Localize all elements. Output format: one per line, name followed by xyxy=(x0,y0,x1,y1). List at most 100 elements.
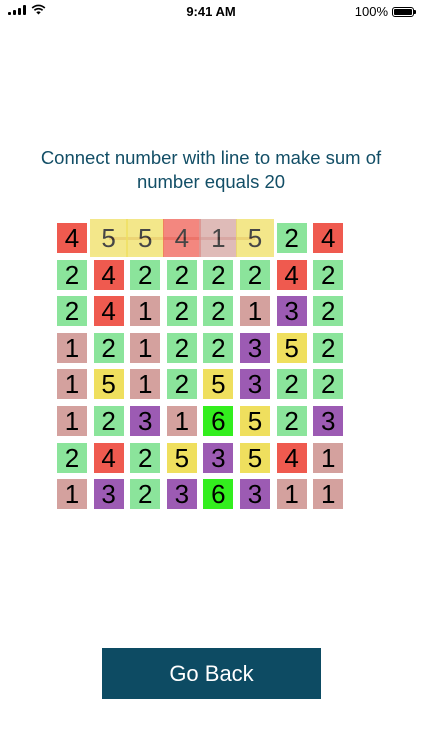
grid-cell[interactable]: 1 xyxy=(57,369,87,400)
cell-number: 2 xyxy=(64,442,80,473)
grid-cell[interactable]: 6 xyxy=(203,479,234,510)
grid-cell[interactable]: 4 xyxy=(313,223,344,253)
grid-cell[interactable]: 1 xyxy=(130,296,161,327)
grid-cell[interactable]: 2 xyxy=(130,259,161,290)
cell-number: 1 xyxy=(137,332,153,363)
cell-number: 2 xyxy=(284,369,299,400)
cell-number: 2 xyxy=(174,332,190,363)
grid-cell[interactable]: 2 xyxy=(130,479,161,510)
grid-cell-selected[interactable]: 1 xyxy=(199,219,238,257)
grid-cell[interactable]: 2 xyxy=(166,259,197,290)
cell-number: 2 xyxy=(320,296,336,327)
grid-cell[interactable]: 1 xyxy=(240,296,270,327)
cell-number: 4 xyxy=(101,296,116,327)
cell-number: 3 xyxy=(211,442,226,473)
status-right: 100% xyxy=(355,4,416,19)
grid-cell[interactable]: 4 xyxy=(93,259,124,290)
grid-cell-selected[interactable]: 5 xyxy=(126,219,165,257)
cell-number: 5 xyxy=(247,442,263,473)
grid-cell[interactable]: 2 xyxy=(203,259,234,290)
grid-cell[interactable]: 1 xyxy=(166,406,197,436)
grid-cell[interactable]: 2 xyxy=(313,332,344,363)
grid-cell[interactable]: 3 xyxy=(240,369,270,400)
cell-number: 1 xyxy=(174,406,190,436)
cell-number: 4 xyxy=(64,223,80,253)
cell-number: 2 xyxy=(211,259,226,290)
grid-cell[interactable]: 2 xyxy=(93,406,124,436)
battery-icon xyxy=(392,6,416,17)
grid-cell[interactable]: 2 xyxy=(93,332,124,363)
cell-number: 5 xyxy=(101,369,116,400)
cell-number: 2 xyxy=(284,406,299,436)
cell-number: 1 xyxy=(64,332,80,363)
grid-cell[interactable]: 1 xyxy=(57,479,87,510)
grid-cell[interactable]: 4 xyxy=(57,223,87,253)
grid-cell[interactable]: 5 xyxy=(276,332,307,363)
grid-cell[interactable]: 1 xyxy=(313,442,344,473)
grid-cell[interactable]: 4 xyxy=(276,442,307,473)
cell-number: 1 xyxy=(320,442,336,473)
grid-cell[interactable]: 2 xyxy=(240,259,270,290)
grid-cell[interactable]: 1 xyxy=(276,479,307,510)
grid-cell[interactable]: 2 xyxy=(130,442,161,473)
cell-number: 2 xyxy=(137,479,153,510)
status-bar: 9:41 AM 100% xyxy=(0,0,422,24)
grid-cell[interactable]: 4 xyxy=(93,296,124,327)
grid-cell[interactable]: 4 xyxy=(93,442,124,473)
grid-cell[interactable]: 2 xyxy=(166,332,197,363)
cell-number: 2 xyxy=(64,296,80,327)
go-back-button[interactable]: Go Back xyxy=(102,648,321,699)
cell-number: 5 xyxy=(211,369,226,400)
grid-cell[interactable]: 3 xyxy=(240,479,270,510)
grid-cell[interactable]: 1 xyxy=(57,406,87,436)
grid-cell[interactable]: 2 xyxy=(276,223,307,253)
number-grid: 4554152424222242241221321212235215125322… xyxy=(57,219,353,519)
grid-cell[interactable]: 3 xyxy=(313,406,344,436)
grid-cell[interactable]: 4 xyxy=(276,259,307,290)
grid-cell[interactable]: 2 xyxy=(203,332,234,363)
grid-cell[interactable]: 3 xyxy=(166,479,197,510)
grid-cell[interactable]: 6 xyxy=(203,406,234,436)
grid-cell-selected[interactable]: 4 xyxy=(162,219,201,257)
grid-cell[interactable]: 5 xyxy=(203,369,234,400)
grid-cell[interactable]: 2 xyxy=(57,259,87,290)
cell-number: 3 xyxy=(101,479,116,510)
grid-cell[interactable]: 1 xyxy=(130,369,161,400)
grid-cell-selected[interactable]: 5 xyxy=(236,219,274,257)
grid-cell[interactable]: 2 xyxy=(203,296,234,327)
cell-number: 3 xyxy=(137,406,153,436)
grid-cell[interactable]: 2 xyxy=(57,442,87,473)
grid-cell[interactable]: 3 xyxy=(203,442,234,473)
grid-cell[interactable]: 2 xyxy=(313,259,344,290)
cell-number: 5 xyxy=(284,332,299,363)
cell-number: 2 xyxy=(247,259,263,290)
cell-number: 1 xyxy=(320,479,336,510)
grid-cell[interactable]: 2 xyxy=(57,296,87,327)
grid-cell[interactable]: 5 xyxy=(166,442,197,473)
grid-cell[interactable]: 3 xyxy=(276,296,307,327)
grid-cell[interactable]: 2 xyxy=(313,369,344,400)
grid-cell[interactable]: 1 xyxy=(57,332,87,363)
grid-cell-selected[interactable]: 5 xyxy=(89,219,128,257)
cell-number: 5 xyxy=(174,442,190,473)
cell-number: 4 xyxy=(101,259,116,290)
cell-number: 1 xyxy=(284,479,299,510)
grid-cell[interactable]: 2 xyxy=(166,296,197,327)
cell-number: 2 xyxy=(101,406,116,436)
grid-cell[interactable]: 1 xyxy=(130,332,161,363)
cell-number: 3 xyxy=(247,479,263,510)
cell-number: 3 xyxy=(174,479,190,510)
grid-cell[interactable]: 3 xyxy=(130,406,161,436)
grid-cell[interactable]: 5 xyxy=(240,406,270,436)
grid-cell[interactable]: 2 xyxy=(313,296,344,327)
grid-cell[interactable]: 5 xyxy=(93,369,124,400)
cell-number: 3 xyxy=(320,406,336,436)
grid-cell[interactable]: 2 xyxy=(276,369,307,400)
grid-cell[interactable]: 3 xyxy=(240,332,270,363)
cell-number: 1 xyxy=(137,369,153,400)
grid-cell[interactable]: 1 xyxy=(313,479,344,510)
grid-cell[interactable]: 5 xyxy=(240,442,270,473)
grid-cell[interactable]: 2 xyxy=(276,406,307,436)
grid-cell[interactable]: 2 xyxy=(166,369,197,400)
grid-cell[interactable]: 3 xyxy=(93,479,124,510)
